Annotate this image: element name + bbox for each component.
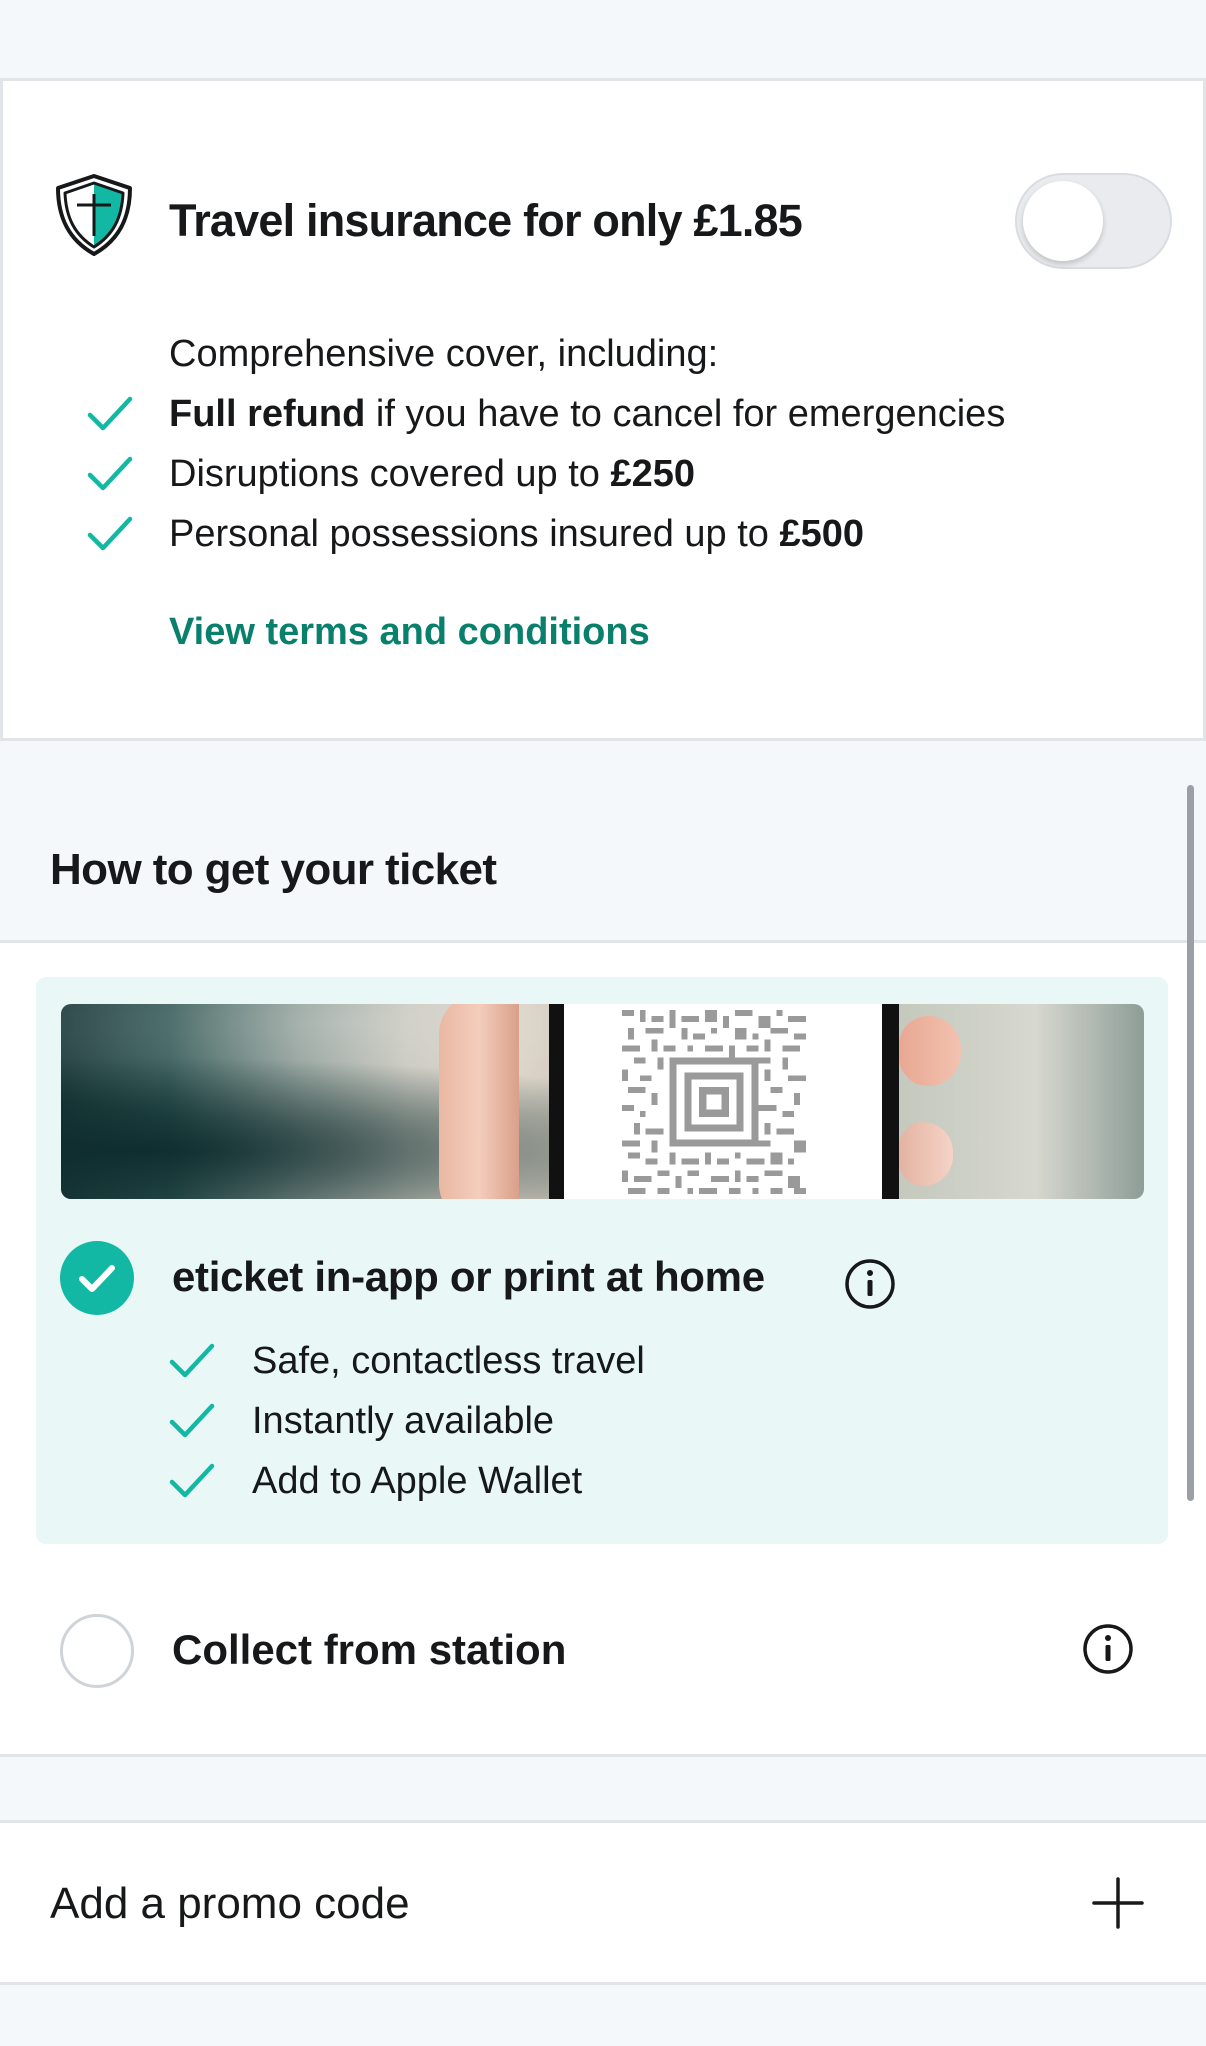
check-icon [169, 1463, 215, 1498]
check-icon [169, 1403, 215, 1438]
finger-shape [899, 1122, 953, 1186]
check-icon [169, 1343, 215, 1378]
check-icon [79, 1265, 115, 1292]
insurance-feature: Disruptions covered up to £250 [169, 453, 695, 495]
finger-shape [899, 1016, 961, 1086]
eticket-feature: Add to Apple Wallet [252, 1460, 583, 1502]
promo-label: Add a promo code [50, 1879, 410, 1928]
plus-icon[interactable] [1092, 1877, 1144, 1929]
eticket-option[interactable]: eticket in-app or print at home Safe, co… [36, 977, 1168, 1544]
station-radio[interactable] [60, 1614, 134, 1688]
insurance-title: Travel insurance for only £1.85 [169, 195, 803, 246]
eticket-feature: Instantly available [252, 1400, 555, 1442]
ticket-delivery-section: eticket in-app or print at home Safe, co… [0, 940, 1206, 1757]
finger-shape [439, 1004, 519, 1199]
station-option-label[interactable]: Collect from station [172, 1626, 566, 1674]
toggle-knob [1023, 181, 1103, 261]
check-icon [87, 396, 133, 431]
check-icon [87, 516, 133, 551]
insurance-card: Travel insurance for only £1.85 Comprehe… [0, 78, 1206, 741]
cover-intro: Comprehensive cover, including: [169, 333, 719, 375]
insurance-toggle[interactable] [1015, 173, 1172, 269]
info-icon[interactable] [844, 1258, 896, 1310]
section-heading: How to get your ticket [50, 845, 497, 894]
eticket-image [61, 1004, 1144, 1199]
scrollbar[interactable] [1187, 785, 1194, 1501]
eticket-feature: Safe, contactless travel [252, 1340, 645, 1382]
promo-code-row[interactable]: Add a promo code [0, 1820, 1206, 1985]
insurance-feature: Full refund if you have to cancel for em… [169, 393, 1006, 435]
insurance-feature: Personal possessions insured up to £500 [169, 513, 865, 555]
info-icon[interactable] [1082, 1623, 1134, 1675]
eticket-label: eticket in-app or print at home [172, 1253, 765, 1300]
selected-radio[interactable] [60, 1241, 134, 1315]
shield-icon [56, 174, 132, 256]
terms-link[interactable]: View terms and conditions [169, 611, 650, 654]
qr-code-icon [622, 1010, 806, 1194]
check-icon [87, 456, 133, 491]
